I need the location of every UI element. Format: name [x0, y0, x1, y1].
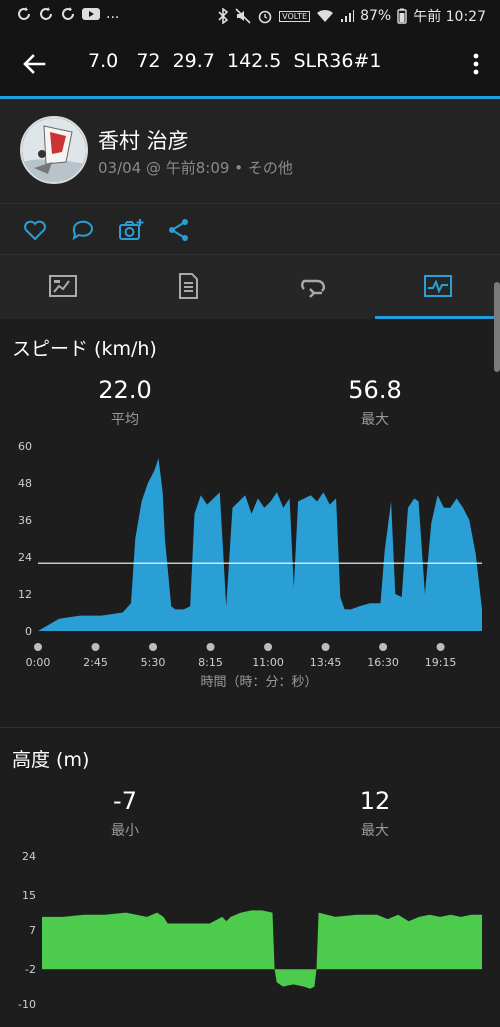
speed-x-tick-dot	[149, 643, 158, 651]
altitude-chart: 24 15 7 -2 -10	[18, 850, 482, 1011]
activity-date-type: 03/04 @ 午前8:09 • その他	[98, 159, 293, 177]
altitude-y-tick-label: 24	[22, 850, 36, 863]
battery-icon	[397, 8, 407, 24]
youtube-icon	[82, 8, 100, 20]
altitude-max-value: 12	[359, 787, 391, 815]
like-heart-icon[interactable]	[22, 217, 48, 243]
notification-icons: ...	[16, 6, 119, 22]
system-icons: VOLTE 87% 午前 10:27	[217, 6, 486, 26]
back-arrow-icon[interactable]	[20, 50, 48, 78]
add-photo-icon[interactable]	[118, 217, 144, 243]
altitude-max-label: 最大	[361, 823, 389, 839]
action-row	[0, 204, 500, 255]
speed-x-axis-title: 時間（時：分：秒）	[200, 675, 317, 690]
speed-avg-value: 22.0	[98, 376, 152, 404]
speed-x-tick-label: 16:30	[367, 656, 399, 669]
speed-x-tick-label: 11:00	[252, 656, 284, 669]
status-bar: ... VOLTE 87% 午前 10:27	[0, 0, 500, 32]
speed-area-series	[38, 458, 482, 631]
speed-y-tick-label: 48	[18, 477, 32, 490]
altitude-y-tick-label: -10	[18, 998, 36, 1011]
avatar[interactable]	[20, 116, 88, 184]
speed-max-label: 最大	[361, 412, 389, 428]
speed-y-tick-label: 0	[25, 625, 32, 638]
speed-x-tick-dot	[379, 643, 388, 651]
altitude-min-value: -7	[113, 787, 137, 815]
sync-icon	[62, 7, 74, 20]
signal-icon	[341, 10, 355, 22]
activity-title: 7.0 72 29.7 142.5 SLR36#1	[88, 50, 382, 72]
speed-y-tick-label: 60	[18, 440, 32, 453]
speed-x-tick-dot	[34, 643, 42, 651]
sync-icon	[40, 7, 52, 20]
mute-icon	[235, 8, 251, 24]
tab-laps[interactable]	[250, 255, 375, 319]
stats-list-icon	[179, 273, 198, 299]
speed-y-tick-label: 12	[18, 588, 32, 601]
speed-x-tick-label: 0:00	[26, 656, 51, 669]
altitude-y-tick-label: 15	[22, 889, 36, 902]
speed-x-tick-label: 2:45	[83, 656, 108, 669]
altitude-area-series	[42, 910, 482, 989]
battery-percent: 87%	[360, 8, 392, 24]
alarm-icon	[258, 10, 272, 24]
speed-x-tick-dot	[436, 643, 445, 651]
windsurf-photo	[22, 118, 86, 182]
altitude-title: 高度 (m)	[12, 749, 90, 771]
laps-loop-icon	[301, 279, 326, 298]
altitude-y-tick-label: -2	[25, 963, 36, 976]
speed-x-tick-label: 19:15	[425, 656, 457, 669]
speed-x-tick-label: 8:15	[198, 656, 223, 669]
wifi-icon	[317, 9, 334, 22]
more-notifications: ...	[106, 6, 120, 22]
speed-y-tick-label: 36	[18, 514, 32, 527]
scroll-indicator[interactable]	[494, 282, 500, 372]
speed-avg-label: 平均	[111, 412, 139, 428]
sync-icon	[18, 7, 30, 20]
speed-title: スピード (km/h)	[12, 338, 157, 360]
tab-overview[interactable]	[0, 255, 125, 319]
speed-max-value: 56.8	[348, 376, 402, 404]
overview-chart-icon	[49, 275, 77, 297]
speed-x-tick-label: 5:30	[141, 656, 166, 669]
speed-chart: 60 48 36 24 12 0 0:00 2:45 5:30 8:15 11:00 13:45 16…	[18, 440, 482, 690]
tab-stats[interactable]	[125, 255, 250, 319]
comment-icon[interactable]	[70, 217, 96, 243]
charts-pulse-icon	[424, 275, 452, 297]
app-bar: 7.0 72 29.7 142.5 SLR36#1	[0, 32, 500, 96]
speed-x-tick-dot	[321, 643, 330, 651]
speed-x-tick-dot	[206, 643, 215, 651]
altitude-min-label: 最小	[111, 823, 139, 839]
athlete-name: 香村 治彦	[98, 129, 189, 153]
section-divider	[0, 727, 500, 728]
bluetooth-icon	[218, 8, 229, 24]
tab-charts[interactable]	[375, 255, 500, 319]
activity-header: 香村 治彦 03/04 @ 午前8:09 • その他	[0, 99, 500, 204]
clock: 午前 10:27	[413, 9, 486, 25]
volte-badge: VOLTE	[279, 10, 311, 22]
activity-tabs	[0, 255, 500, 319]
speed-x-tick-dot	[264, 643, 273, 651]
altitude-y-tick-label: 7	[29, 924, 36, 937]
more-options-icon[interactable]	[468, 50, 484, 78]
speed-x-tick-dot	[91, 643, 100, 651]
speed-y-tick-label: 24	[18, 551, 32, 564]
speed-x-tick-label: 13:45	[310, 656, 342, 669]
share-icon[interactable]	[166, 217, 192, 243]
